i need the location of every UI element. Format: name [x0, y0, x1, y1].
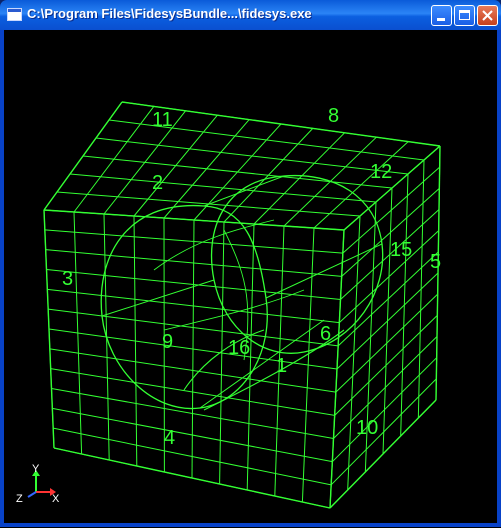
window-title: C:\Program Files\FidesysBundle...\fidesy…	[27, 6, 312, 21]
graphics-viewport[interactable]: 11 8 2 12 15 5 3 9 16 6 1 4 10 Y	[4, 30, 497, 523]
window-frame-right	[497, 30, 501, 527]
mesh-edge	[331, 379, 436, 485]
mesh-edge	[339, 231, 438, 323]
mesh-label: 6	[320, 323, 331, 345]
close-button[interactable]	[477, 5, 498, 26]
maximize-icon	[459, 10, 470, 20]
mesh-edge	[335, 315, 438, 415]
mesh-curve	[212, 176, 383, 354]
mesh-label: 2	[152, 172, 163, 194]
z-axis-label: Z	[16, 493, 23, 505]
mesh-edge	[330, 400, 436, 508]
window-frame-bottom	[0, 523, 501, 527]
mesh-edge	[337, 273, 438, 369]
z-axis-line	[28, 492, 36, 497]
app-window-icon[interactable]	[7, 8, 22, 21]
axis-triad: Y Z X	[16, 463, 60, 505]
mesh-label: 3	[62, 268, 73, 290]
y-axis-label: Y	[32, 463, 40, 475]
mesh-label: 12	[370, 161, 392, 183]
mesh-edge	[334, 337, 438, 439]
x-axis-label: X	[52, 493, 60, 505]
mesh-edge	[342, 188, 440, 276]
mesh-label: 16	[228, 337, 250, 359]
mesh-edge	[336, 294, 438, 392]
mesh-label: 5	[430, 251, 441, 273]
mesh-edge	[332, 358, 436, 462]
mesh-curve	[102, 176, 382, 408]
mesh-label: 1	[276, 355, 287, 377]
title-bar[interactable]: C:\Program Files\FidesysBundle...\fidesy…	[0, 0, 501, 30]
mesh-edge	[436, 146, 440, 400]
mesh-edge	[70, 174, 376, 202]
mesh-label: 11	[152, 109, 173, 131]
mesh-edge	[330, 230, 344, 508]
minimize-icon	[437, 18, 445, 21]
mesh-label: 4	[164, 427, 175, 449]
maximize-button[interactable]	[454, 5, 475, 26]
mesh-label: 15	[390, 239, 412, 261]
close-icon	[478, 6, 497, 25]
minimize-button[interactable]	[431, 5, 452, 26]
mesh-wireframe: 11 8 2 12 15 5 3 9 16 6 1 4 10 Y	[4, 30, 497, 523]
mesh-label: 9	[162, 331, 173, 353]
mesh-label: 10	[356, 417, 378, 439]
application-window: C:\Program Files\FidesysBundle...\fidesy…	[0, 0, 501, 527]
mesh-edge	[83, 156, 392, 188]
mesh-edge	[96, 138, 408, 174]
mesh-label: 8	[328, 105, 339, 127]
mesh-edge	[344, 146, 440, 230]
